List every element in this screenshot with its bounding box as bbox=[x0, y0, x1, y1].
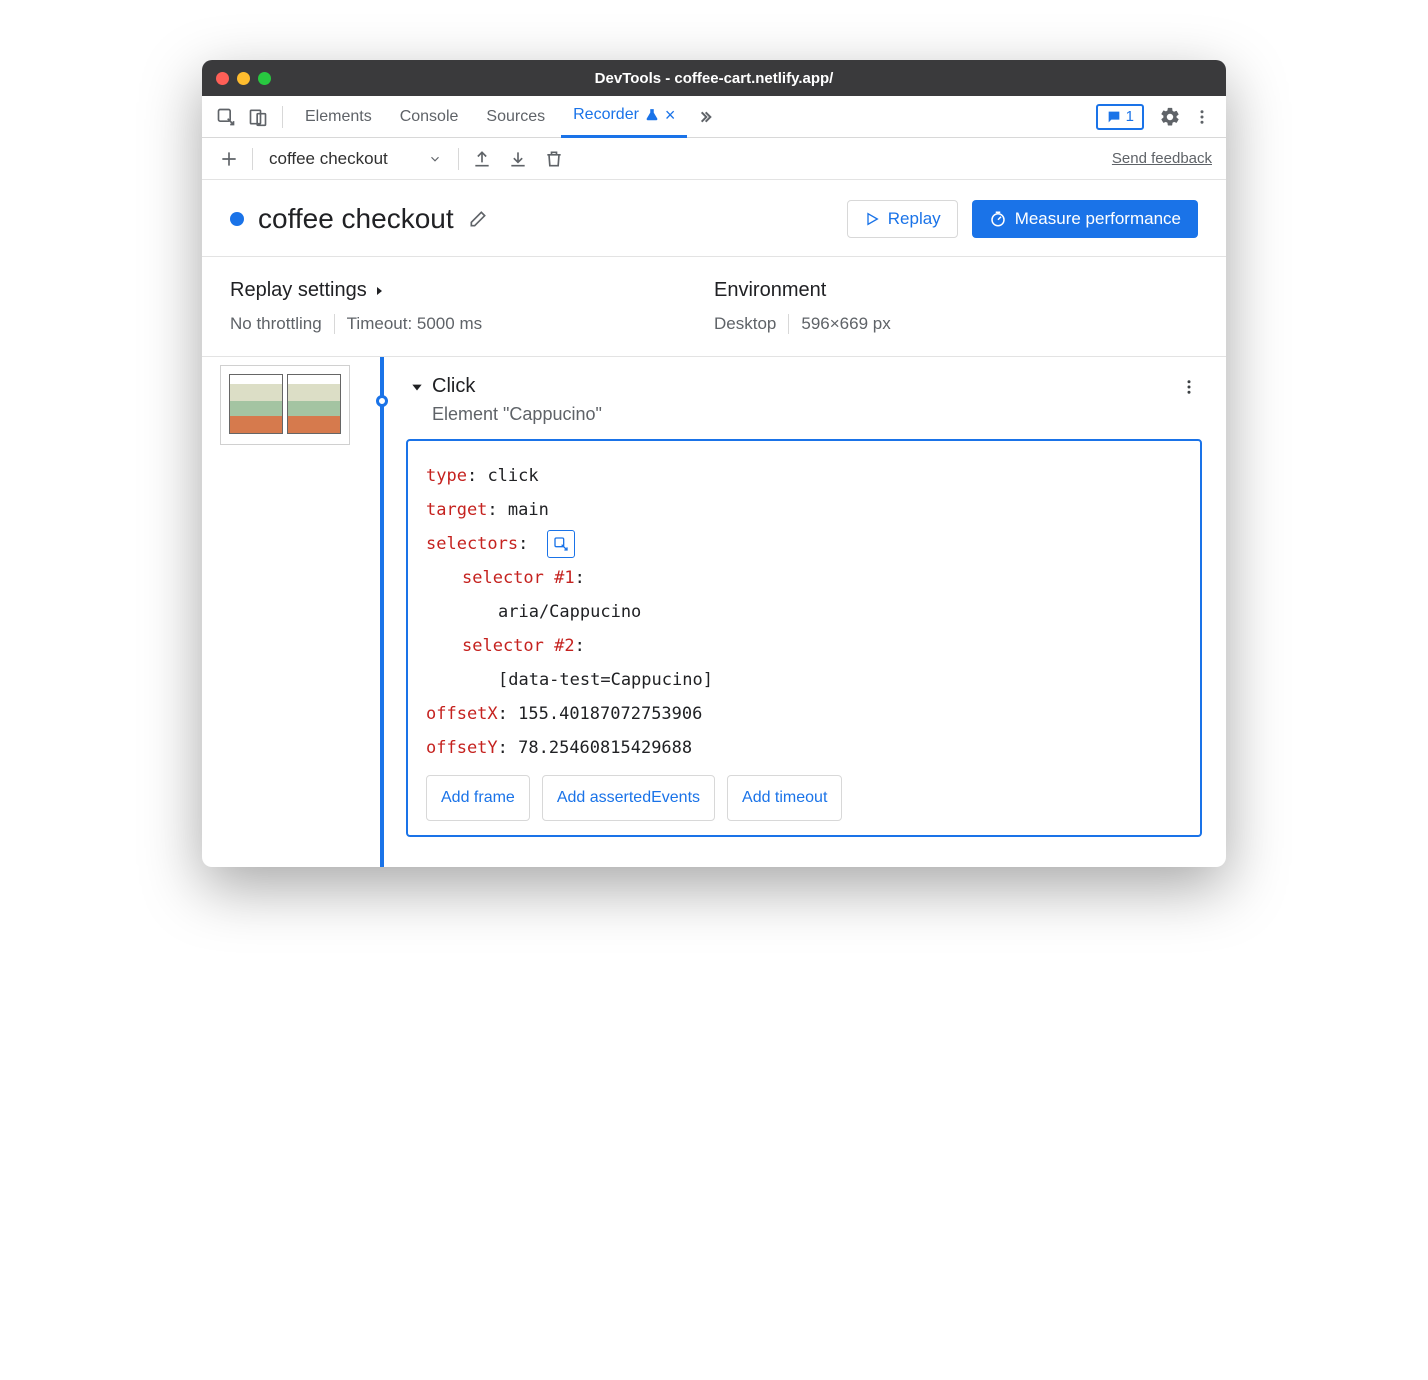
send-feedback-link[interactable]: Send feedback bbox=[1112, 150, 1212, 167]
replay-button[interactable]: Replay bbox=[847, 200, 958, 238]
caret-down-icon bbox=[410, 380, 424, 394]
thumb-content bbox=[287, 374, 341, 434]
environment-col: Environment Desktop 596×669 px bbox=[714, 279, 1198, 334]
recorder-toolbar: coffee checkout Send feedback bbox=[202, 138, 1226, 180]
prop-key: offsetX bbox=[426, 704, 498, 724]
add-asserted-events-button[interactable]: Add assertedEvents bbox=[542, 775, 715, 821]
devtools-window: DevTools - coffee-cart.netlify.app/ Elem… bbox=[202, 60, 1226, 867]
divider bbox=[252, 148, 253, 170]
device-toggle-icon[interactable] bbox=[244, 103, 272, 131]
step-screenshot[interactable] bbox=[220, 365, 350, 445]
add-timeout-button[interactable]: Add timeout bbox=[727, 775, 842, 821]
minimize-icon[interactable] bbox=[237, 72, 250, 85]
step-more-icon[interactable] bbox=[1180, 378, 1198, 396]
prop-key: selector #1 bbox=[462, 568, 575, 588]
replay-settings-label: Replay settings bbox=[230, 279, 367, 302]
step-details: type: click target: main selectors: sele… bbox=[406, 439, 1202, 837]
settings-row: Replay settings No throttling Timeout: 5… bbox=[202, 257, 1226, 357]
step-subtitle: Element "Cappucino" bbox=[432, 404, 1202, 425]
prop-key: selector #2 bbox=[462, 636, 575, 656]
device-value: Desktop bbox=[714, 314, 776, 334]
window-title: DevTools - coffee-cart.netlify.app/ bbox=[202, 70, 1226, 87]
prop-key: target bbox=[426, 500, 487, 520]
close-icon[interactable] bbox=[216, 72, 229, 85]
selector-picker-icon[interactable] bbox=[547, 530, 575, 558]
divider bbox=[458, 148, 459, 170]
tab-console[interactable]: Console bbox=[388, 96, 471, 138]
selector-value[interactable]: [data-test=Cappucino] bbox=[498, 670, 713, 690]
divider bbox=[282, 106, 283, 128]
flask-icon bbox=[645, 107, 659, 123]
throttling-value: No throttling bbox=[230, 314, 322, 334]
environment-heading: Environment bbox=[714, 279, 1198, 302]
issues-button[interactable]: 1 bbox=[1096, 104, 1144, 130]
recording-dot-icon bbox=[230, 212, 244, 226]
prop-value[interactable]: 78.25460815429688 bbox=[518, 738, 692, 758]
prop-value[interactable]: main bbox=[508, 500, 549, 520]
export-icon[interactable] bbox=[469, 146, 495, 172]
divider bbox=[334, 314, 335, 334]
edit-title-icon[interactable] bbox=[468, 209, 488, 229]
window-controls bbox=[216, 72, 271, 85]
issues-count: 1 bbox=[1126, 108, 1134, 125]
prop-key: offsetY bbox=[426, 738, 498, 758]
new-recording-icon[interactable] bbox=[216, 146, 242, 172]
tab-elements[interactable]: Elements bbox=[293, 96, 384, 138]
viewport-value: 596×669 px bbox=[801, 314, 890, 334]
timeout-value: Timeout: 5000 ms bbox=[347, 314, 482, 334]
screenshot-column bbox=[220, 357, 370, 867]
tab-sources[interactable]: Sources bbox=[474, 96, 557, 138]
delete-icon[interactable] bbox=[541, 146, 567, 172]
kebab-icon[interactable] bbox=[1188, 103, 1216, 131]
replay-label: Replay bbox=[888, 209, 941, 229]
replay-settings-heading[interactable]: Replay settings bbox=[230, 279, 714, 302]
recording-select[interactable]: coffee checkout bbox=[263, 149, 448, 169]
recording-header: coffee checkout Replay Measure performan… bbox=[202, 180, 1226, 257]
gear-icon[interactable] bbox=[1156, 103, 1184, 131]
add-frame-button[interactable]: Add frame bbox=[426, 775, 530, 821]
timeline bbox=[370, 357, 394, 867]
recording-title: coffee checkout bbox=[258, 203, 454, 235]
prop-value[interactable]: 155.40187072753906 bbox=[518, 704, 702, 724]
devtools-tabbar: Elements Console Sources Recorder × 1 bbox=[202, 96, 1226, 138]
maximize-icon[interactable] bbox=[258, 72, 271, 85]
recording-select-value: coffee checkout bbox=[269, 149, 388, 169]
titlebar: DevTools - coffee-cart.netlify.app/ bbox=[202, 60, 1226, 96]
steps-area: Click Element "Cappucino" type: click ta… bbox=[202, 357, 1226, 867]
thumb-content bbox=[229, 374, 283, 434]
timeline-marker-icon bbox=[376, 395, 388, 407]
step-title: Click bbox=[432, 375, 475, 398]
import-icon[interactable] bbox=[505, 146, 531, 172]
divider bbox=[788, 314, 789, 334]
prop-key: selectors bbox=[426, 534, 518, 554]
timeline-line bbox=[380, 357, 384, 867]
step-header[interactable]: Click bbox=[406, 367, 1202, 406]
tab-recorder[interactable]: Recorder × bbox=[561, 96, 687, 138]
more-tabs-icon[interactable] bbox=[691, 103, 719, 131]
tab-label: Recorder bbox=[573, 106, 639, 124]
inspect-icon[interactable] bbox=[212, 103, 240, 131]
prop-key: type bbox=[426, 466, 467, 486]
caret-right-icon bbox=[373, 285, 385, 297]
selector-value[interactable]: aria/Cappucino bbox=[498, 602, 641, 622]
measure-performance-button[interactable]: Measure performance bbox=[972, 200, 1198, 238]
step-column: Click Element "Cappucino" type: click ta… bbox=[394, 357, 1226, 867]
close-tab-icon[interactable]: × bbox=[665, 105, 676, 126]
replay-settings-col: Replay settings No throttling Timeout: 5… bbox=[230, 279, 714, 334]
measure-label: Measure performance bbox=[1015, 209, 1181, 229]
chevron-down-icon bbox=[428, 152, 442, 166]
prop-value[interactable]: click bbox=[487, 466, 538, 486]
